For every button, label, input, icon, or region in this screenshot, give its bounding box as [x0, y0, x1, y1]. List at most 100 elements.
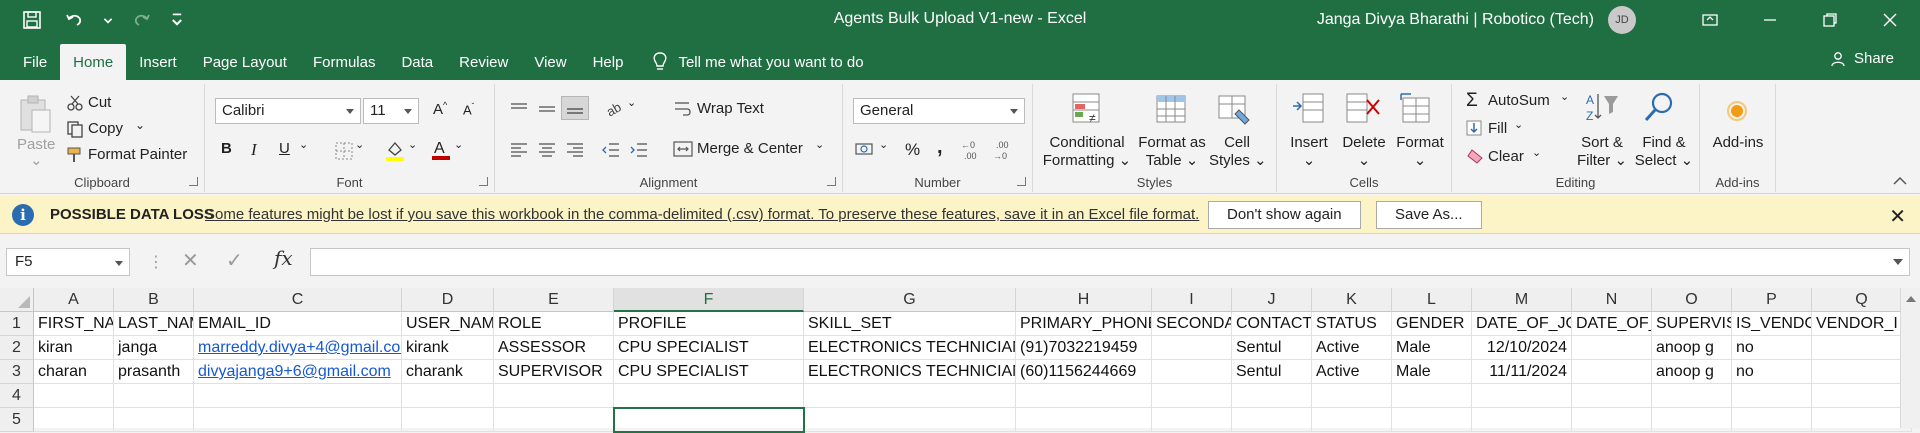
column-header-i[interactable]: I — [1152, 288, 1232, 312]
column-header-h[interactable]: H — [1016, 288, 1152, 312]
cell-a3[interactable]: charan — [34, 360, 114, 384]
increase-indent-icon[interactable] — [629, 142, 649, 158]
cell-styles-button[interactable]: Cell Styles ⌄ — [1209, 134, 1267, 170]
cell-q4[interactable] — [1812, 384, 1912, 408]
cell-b3[interactable]: prasanth — [114, 360, 194, 384]
copy-dropdown-icon[interactable]: ⌄ — [135, 118, 145, 132]
orientation-icon[interactable]: ab — [605, 98, 627, 118]
column-header-p[interactable]: P — [1732, 288, 1812, 312]
delete-cells-button[interactable]: Delete ⌄ — [1339, 134, 1389, 170]
restore-icon[interactable] — [1800, 0, 1860, 40]
cell-b5[interactable] — [114, 408, 194, 432]
tab-file[interactable]: File — [10, 44, 60, 80]
row-header-4[interactable]: 4 — [0, 384, 34, 408]
font-color-dropdown-icon[interactable]: ⌄ — [454, 138, 463, 151]
column-header-c[interactable]: C — [194, 288, 402, 312]
accounting-format-icon[interactable] — [855, 140, 877, 160]
decrease-font-size-icon[interactable]: Aˇ — [463, 102, 474, 117]
cell-a2[interactable]: kiran — [34, 336, 114, 360]
cell-q2[interactable] — [1812, 336, 1912, 360]
tab-formulas[interactable]: Formulas — [300, 44, 389, 80]
font-name-dropdown[interactable]: Calibri — [215, 98, 361, 124]
bold-button[interactable]: B — [221, 140, 232, 157]
cell-g5[interactable] — [804, 408, 1016, 432]
decrease-indent-icon[interactable] — [601, 142, 621, 158]
row-header-5[interactable]: 5 — [0, 408, 34, 432]
cell-h2[interactable]: (91)7032219459 — [1016, 336, 1152, 360]
cell-i2[interactable] — [1152, 336, 1232, 360]
cell-d2[interactable]: kirank — [402, 336, 494, 360]
number-dialog-launcher[interactable] — [1017, 177, 1026, 186]
cell-e2[interactable]: ASSESSOR — [494, 336, 614, 360]
merge-center-button[interactable]: Merge & Center — [697, 140, 803, 157]
cell-g1[interactable]: SKILL_SET — [804, 312, 1016, 336]
italic-button[interactable]: I — [251, 140, 257, 160]
cell-b4[interactable] — [114, 384, 194, 408]
decrease-decimal-icon[interactable]: .00→0 — [993, 138, 1017, 162]
row-header-3[interactable]: 3 — [0, 360, 34, 384]
cell-a1[interactable]: FIRST_NAME — [34, 312, 114, 336]
cell-c4[interactable] — [194, 384, 402, 408]
cell-k1[interactable]: STATUS — [1312, 312, 1392, 336]
wrap-text-button[interactable]: Wrap Text — [697, 100, 764, 117]
cell-p2[interactable]: no — [1732, 336, 1812, 360]
font-color-icon[interactable]: A — [431, 138, 451, 162]
row-header-1[interactable]: 1 — [0, 312, 34, 336]
avatar[interactable]: JD — [1608, 6, 1636, 34]
cell-q5[interactable] — [1812, 408, 1912, 432]
cell-o1[interactable]: SUPERVISOR — [1652, 312, 1732, 336]
cell-g2[interactable]: ELECTRONICS TECHNICIAN — [804, 336, 1016, 360]
column-header-d[interactable]: D — [402, 288, 494, 312]
find-select-button[interactable]: Find & Select ⌄ — [1632, 134, 1696, 170]
copy-button[interactable]: Copy — [88, 120, 123, 137]
column-header-l[interactable]: L — [1392, 288, 1472, 312]
cell-p5[interactable] — [1732, 408, 1812, 432]
cell-m3[interactable]: 11/11/2024 — [1472, 360, 1572, 384]
underline-button[interactable]: U — [279, 140, 290, 157]
tab-help[interactable]: Help — [580, 44, 637, 80]
save-as-button[interactable]: Save As... — [1376, 201, 1482, 229]
middle-align-icon[interactable] — [537, 102, 557, 116]
cell-n5[interactable] — [1572, 408, 1652, 432]
autosum-button[interactable]: AutoSum — [1488, 92, 1550, 109]
column-header-q[interactable]: Q — [1812, 288, 1912, 312]
format-as-table-button[interactable]: Format as Table ⌄ — [1137, 134, 1207, 170]
cell-n1[interactable]: DATE_OF_ — [1572, 312, 1652, 336]
scroll-up-icon[interactable] — [1906, 296, 1916, 302]
cell-m4[interactable] — [1472, 384, 1572, 408]
fill-button[interactable]: Fill — [1488, 120, 1507, 137]
cell-g4[interactable] — [804, 384, 1016, 408]
paste-dropdown-icon[interactable]: ⌄ — [30, 152, 43, 170]
align-left-icon[interactable] — [509, 142, 529, 158]
cell-l5[interactable] — [1392, 408, 1472, 432]
name-box[interactable]: F5 — [6, 248, 130, 276]
cell-j3[interactable]: Sentul — [1232, 360, 1312, 384]
cell-f2[interactable]: CPU SPECIALIST — [614, 336, 804, 360]
cell-h5[interactable] — [1016, 408, 1152, 432]
column-header-k[interactable]: K — [1312, 288, 1392, 312]
cell-f1[interactable]: PROFILE — [614, 312, 804, 336]
cut-button[interactable]: Cut — [88, 94, 111, 111]
tab-view[interactable]: View — [521, 44, 579, 80]
percent-style-icon[interactable]: % — [905, 140, 920, 160]
tell-me-search[interactable]: Tell me what you want to do — [636, 44, 864, 80]
clear-button[interactable]: Clear — [1488, 148, 1524, 165]
column-header-m[interactable]: M — [1472, 288, 1572, 312]
clipboard-dialog-launcher[interactable] — [189, 177, 198, 186]
tab-page-layout[interactable]: Page Layout — [190, 44, 300, 80]
cell-c5[interactable] — [194, 408, 402, 432]
vertical-scrollbar[interactable] — [1900, 288, 1920, 428]
cell-d3[interactable]: charank — [402, 360, 494, 384]
font-size-dropdown[interactable]: 11 — [363, 98, 419, 124]
cell-e3[interactable]: SUPERVISOR — [494, 360, 614, 384]
cell-j4[interactable] — [1232, 384, 1312, 408]
clear-dropdown-icon[interactable]: ⌄ — [1532, 146, 1541, 159]
column-header-n[interactable]: N — [1572, 288, 1652, 312]
cell-p4[interactable] — [1732, 384, 1812, 408]
column-header-o[interactable]: O — [1652, 288, 1732, 312]
cell-o5[interactable] — [1652, 408, 1732, 432]
borders-icon[interactable] — [335, 142, 353, 160]
cell-b1[interactable]: LAST_NAME — [114, 312, 194, 336]
dont-show-again-button[interactable]: Don't show again — [1208, 201, 1361, 229]
cell-k2[interactable]: Active — [1312, 336, 1392, 360]
